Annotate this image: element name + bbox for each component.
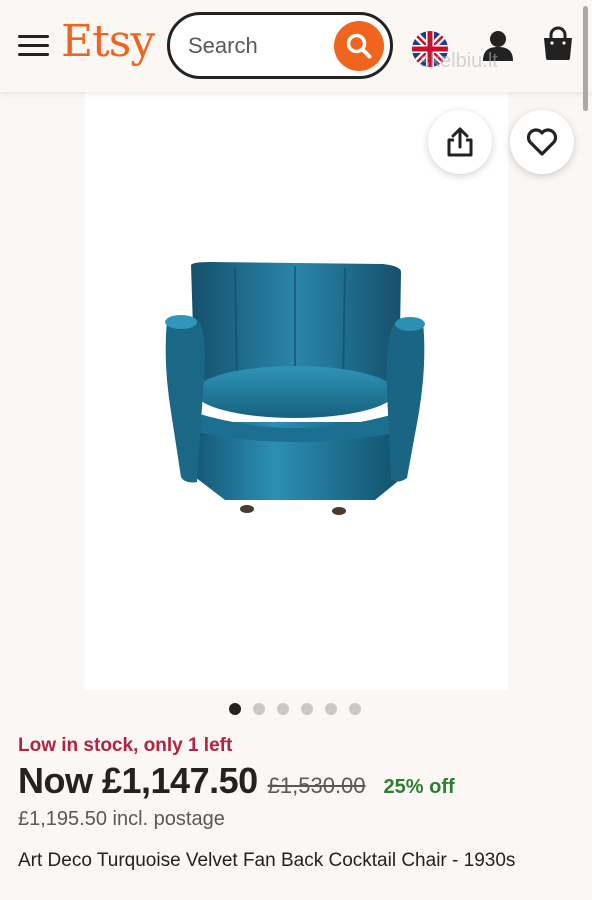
share-button[interactable] [428, 110, 492, 174]
product-image[interactable] [85, 92, 508, 690]
search-icon [346, 33, 372, 59]
stock-notice: Low in stock, only 1 left [18, 735, 233, 756]
favorite-button[interactable] [510, 110, 574, 174]
product-title: Art Deco Turquoise Velvet Fan Back Cockt… [18, 850, 516, 871]
original-price: £1,530.00 [267, 773, 366, 798]
current-price: Now £1,147.50 [18, 760, 258, 801]
scrollbar[interactable] [583, 6, 588, 111]
header: Etsy [0, 0, 592, 92]
share-icon [447, 127, 473, 157]
search-button[interactable] [334, 21, 384, 71]
price-row: Now £1,147.50 £1,530.00 25% off [18, 760, 455, 802]
carousel-dot[interactable] [253, 703, 265, 715]
search-input[interactable] [188, 32, 328, 60]
image-carousel-dots [229, 703, 361, 715]
chair-image [165, 262, 425, 515]
etsy-logo[interactable]: Etsy [61, 20, 155, 64]
carousel-dot[interactable] [277, 703, 289, 715]
menu-icon[interactable] [18, 35, 50, 57]
postage-info: £1,195.50 incl. postage [18, 808, 225, 830]
watermark: skelbiu.lt [420, 50, 498, 72]
carousel-dot[interactable] [349, 703, 361, 715]
heart-icon [526, 128, 558, 156]
search-box [167, 12, 393, 79]
carousel-dot[interactable] [325, 703, 337, 715]
carousel-dot[interactable] [301, 703, 313, 715]
carousel-dot[interactable] [229, 703, 241, 715]
shopping-bag-icon[interactable] [540, 26, 576, 62]
discount-label: 25% off [383, 776, 455, 798]
